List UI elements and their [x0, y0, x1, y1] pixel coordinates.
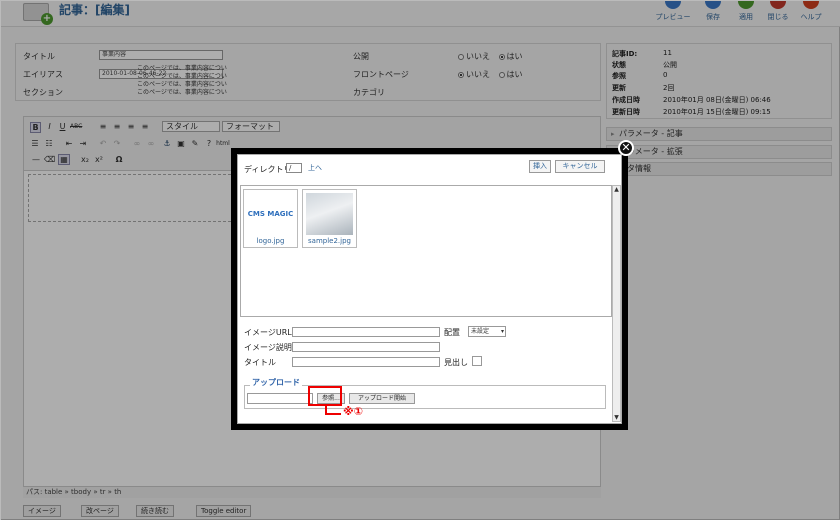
image-description-label: イメージ説明 [244, 343, 292, 352]
image-url-input[interactable] [292, 327, 440, 337]
file-thumbnail-logo[interactable]: CMS MAGIC logo.jpg [243, 189, 298, 248]
directory-label: ディレクトリ [244, 165, 292, 174]
close-dialog-icon[interactable]: ✕ [618, 140, 634, 156]
dialog-scrollbar[interactable]: ▲ ▼ [612, 185, 621, 422]
image-description-input[interactable] [292, 342, 440, 352]
caption-label: 見出し [444, 358, 468, 367]
upload-file-input[interactable] [247, 393, 313, 404]
file-name: sample2.jpg [308, 237, 351, 245]
callout-highlight-box [308, 386, 342, 406]
caption-checkbox[interactable] [472, 356, 482, 366]
align-label: 配置 [444, 328, 460, 337]
image-manager-dialog: ディレクトリ / 上へ 挿入 キャンセル CMS MAGIC logo.jpg … [237, 154, 622, 424]
up-directory-link[interactable]: 上へ [308, 163, 322, 173]
directory-select[interactable]: / [286, 163, 302, 173]
upload-section-title: アップロード [250, 377, 302, 388]
app-window: + 記事：[編集] プレビュー 保存 適用 閉じる ヘルプ タイトル 事業内容 … [0, 0, 840, 520]
image-url-label: イメージURL [244, 328, 292, 337]
file-name: logo.jpg [256, 237, 285, 245]
scroll-down-icon[interactable]: ▼ [613, 414, 620, 421]
upload-fieldset: 参照... アップロード開始 [244, 385, 606, 409]
upload-start-button[interactable]: アップロード開始 [349, 393, 415, 404]
image-title-label: タイトル [244, 358, 276, 367]
insert-button[interactable]: 挿入 [529, 160, 551, 173]
scroll-up-icon[interactable]: ▲ [613, 186, 620, 193]
chevron-down-icon: ▾ [500, 328, 504, 335]
cancel-button[interactable]: キャンセル [555, 160, 605, 173]
callout-label: ※① [343, 405, 364, 418]
image-title-input[interactable] [292, 357, 440, 367]
logo-image: CMS MAGIC [247, 210, 294, 218]
callout-line [325, 413, 341, 415]
align-select[interactable]: 未設定 ▾ [468, 326, 506, 337]
photo-image [306, 193, 353, 235]
file-list: CMS MAGIC logo.jpg sample2.jpg [240, 185, 612, 317]
file-thumbnail-sample2[interactable]: sample2.jpg [302, 189, 357, 248]
